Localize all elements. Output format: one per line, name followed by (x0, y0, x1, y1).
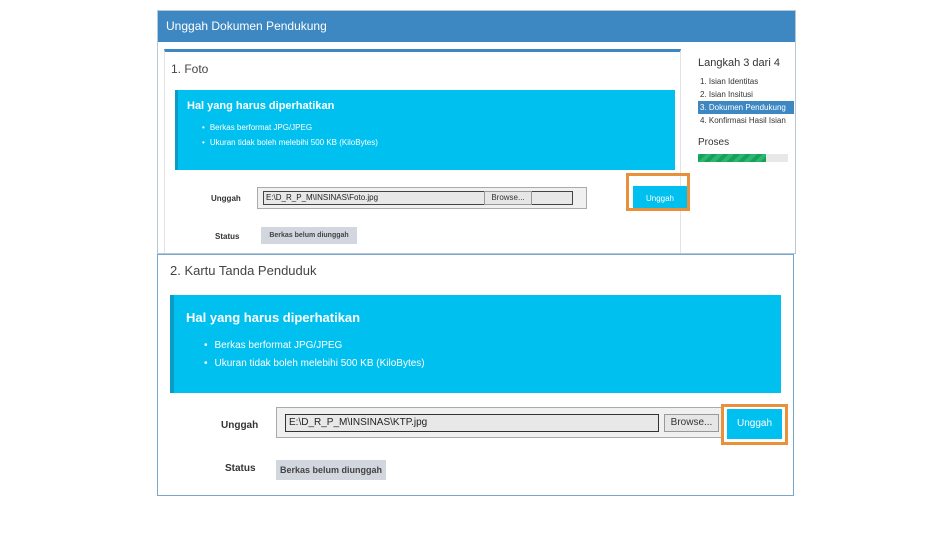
alert-item-format: Berkas berformat JPG/JPEG (202, 120, 378, 135)
steps-sidebar: Langkah 3 dari 4 1. Isian Identitas 2. I… (698, 57, 794, 162)
steps-title: Langkah 3 dari 4 (698, 57, 780, 69)
section-title-ktp: 2. Kartu Tanda Penduduk (170, 263, 317, 278)
section-title-foto: 1. Foto (171, 62, 209, 76)
info-alert-foto: Hal yang harus diperhatikan Berkas berfo… (175, 90, 675, 170)
status-label: Status (225, 463, 256, 474)
progress-bar (698, 154, 788, 162)
step-item-dokumen[interactable]: 3. Dokumen Pendukung (698, 101, 794, 114)
upload-label: Unggah (221, 420, 259, 431)
file-input-foto[interactable]: E:\D_R_P_M\INSINAS\Foto.jpg Browse... (257, 187, 587, 209)
progress-fill (698, 154, 766, 162)
step-item-institusi[interactable]: 2. Isian Insitusi (698, 88, 794, 101)
status-badge: Berkas belum diunggah (261, 227, 357, 244)
alert-title: Hal yang harus diperhatikan (186, 310, 361, 325)
upload-panel-bottom: 2. Kartu Tanda Penduduk Hal yang harus d… (157, 254, 794, 496)
step-item-identitas[interactable]: 1. Isian Identitas (698, 75, 794, 88)
info-alert-ktp: Hal yang harus diperhatikan Berkas berfo… (170, 295, 781, 393)
progress-label: Proses (698, 137, 730, 148)
alert-title: Hal yang harus diperhatikan (187, 100, 335, 112)
alert-list: Berkas berformat JPG/JPEG Ukuran tidak b… (204, 337, 425, 373)
file-input-ktp[interactable]: E:\D_R_P_M\INSINAS\KTP.jpg Browse... (276, 407, 724, 438)
upload-label: Unggah (211, 194, 241, 203)
alert-item-size: Ukuran tidak boleh melebihi 500 KB (Kilo… (202, 135, 378, 150)
alert-item-format: Berkas berformat JPG/JPEG (204, 337, 425, 355)
highlight-box (626, 173, 690, 211)
file-path-field[interactable]: E:\D_R_P_M\INSINAS\KTP.jpg (285, 414, 659, 432)
foto-section: 1. Foto Hal yang harus diperhatikan Berk… (164, 49, 681, 253)
step-item-konfirmasi[interactable]: 4. Konfirmasi Hasil Isian (698, 114, 794, 127)
upload-panel-top: Unggah Dokumen Pendukung 1. Foto Hal yan… (157, 10, 796, 254)
highlight-box (721, 404, 788, 445)
browse-button[interactable]: Browse... (484, 191, 532, 205)
alert-item-size: Ukuran tidak boleh melebihi 500 KB (Kilo… (204, 355, 425, 373)
alert-list: Berkas berformat JPG/JPEG Ukuran tidak b… (202, 120, 378, 150)
status-badge: Berkas belum diunggah (276, 460, 386, 480)
panel-header-title: Unggah Dokumen Pendukung (158, 11, 795, 42)
status-label: Status (215, 232, 240, 241)
browse-button[interactable]: Browse... (664, 414, 719, 432)
